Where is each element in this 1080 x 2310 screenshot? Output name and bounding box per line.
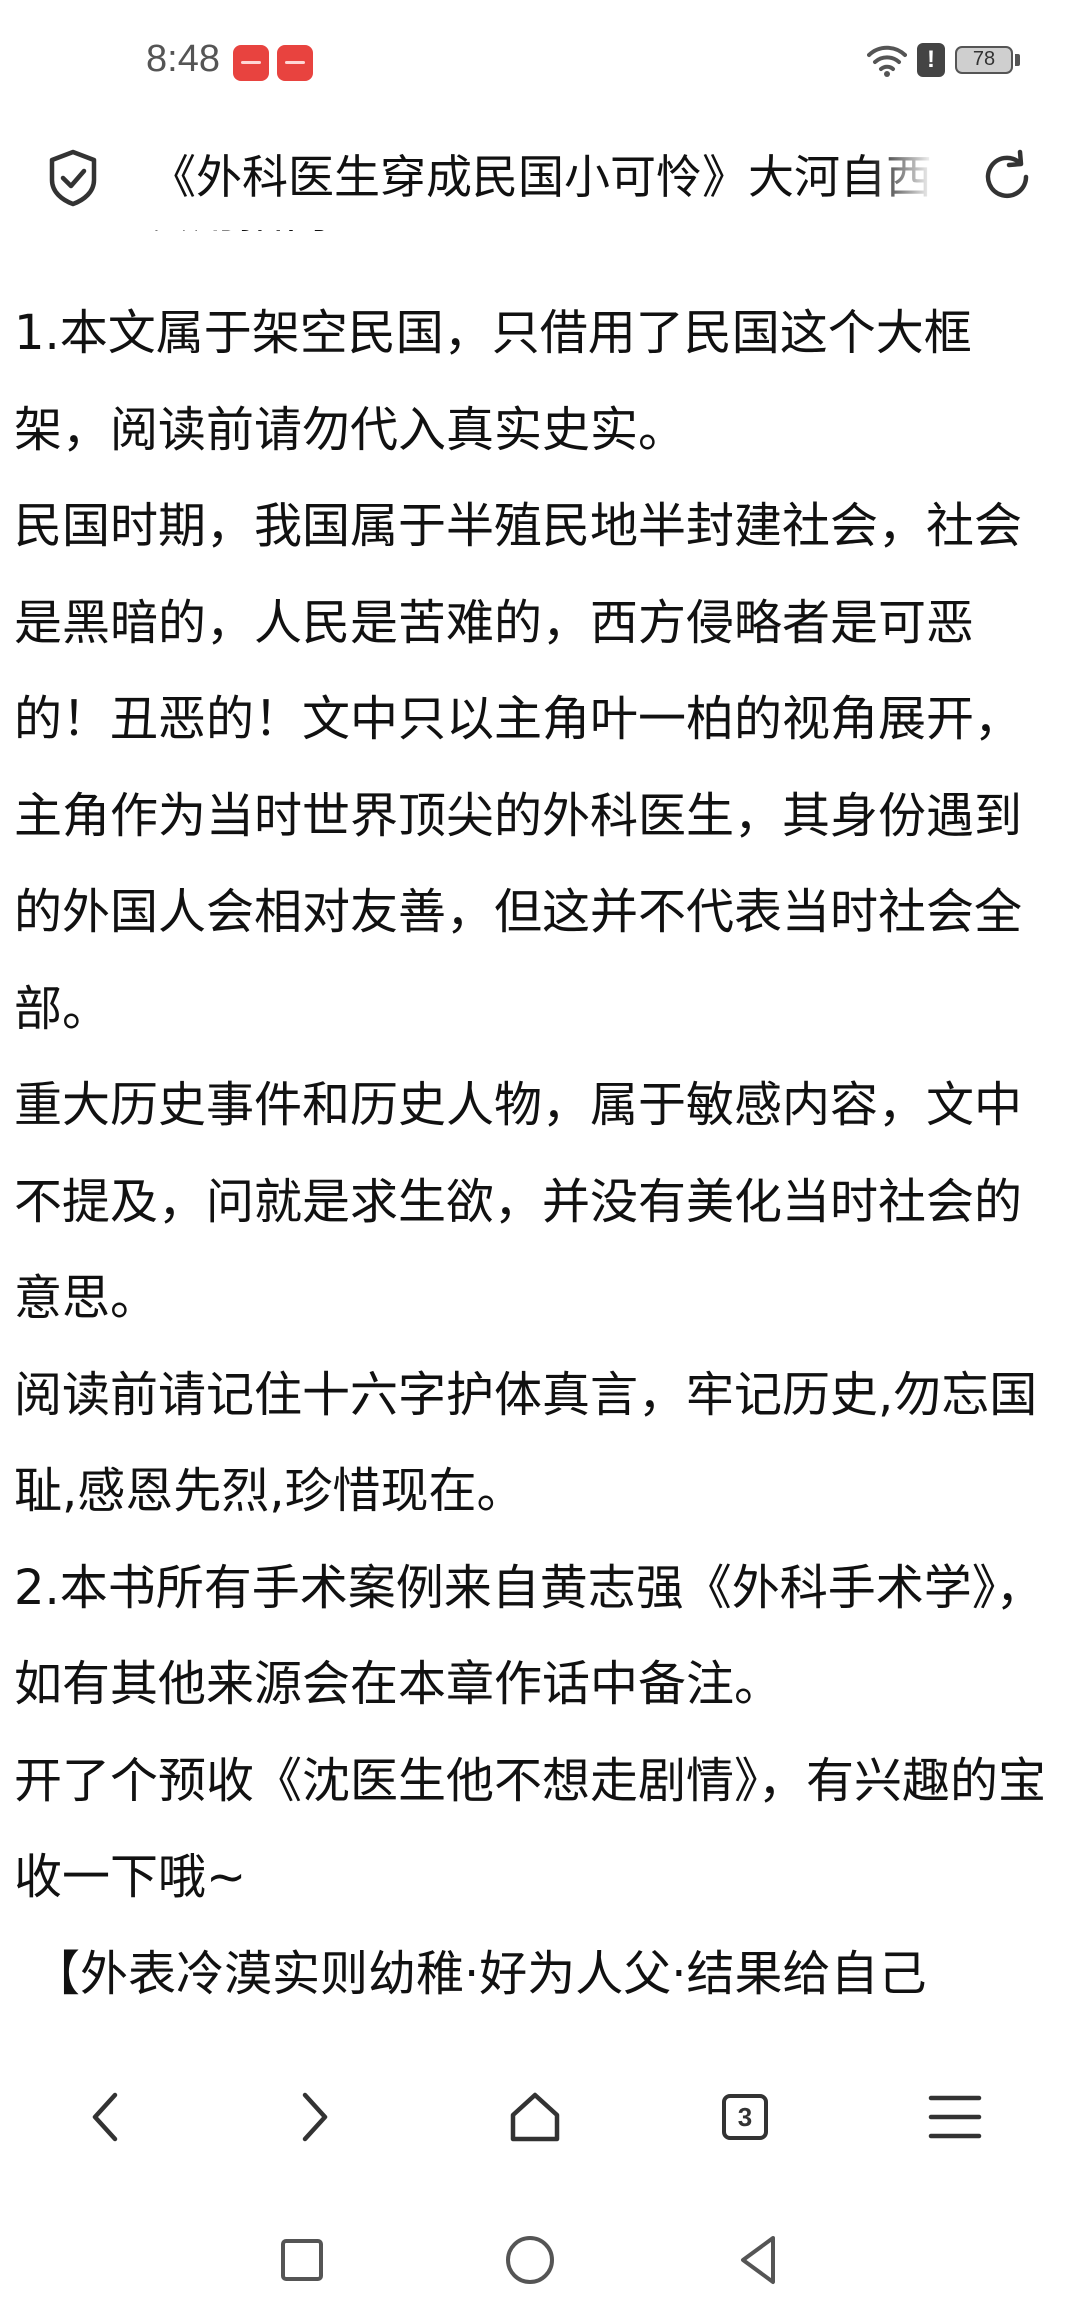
browser-toolbar: 3 bbox=[0, 2015, 1080, 2215]
wifi-icon bbox=[867, 43, 907, 77]
home-circle-icon[interactable] bbox=[490, 2220, 570, 2300]
paragraph: 2.本书所有手术案例来自黄志强《外科手术学》，如有其他来源会在本章作话中备注。 bbox=[14, 1559, 1044, 1713]
system-navigation-bar bbox=[0, 2200, 1080, 2310]
section-heading: 食用指南 bbox=[146, 230, 330, 244]
page-title[interactable]: 《外科医生穿成民国小可怜》大河自西 bbox=[150, 142, 940, 212]
alert-icon: ! bbox=[917, 43, 945, 77]
back-triangle-icon[interactable] bbox=[718, 2220, 798, 2300]
battery-level: 78 bbox=[972, 48, 996, 70]
article-body: 1.本文属于架空民国，只借用了民国这个大框架，阅读前请勿代入真实史实。 民国时期… bbox=[14, 285, 1064, 2015]
article-content: 食用指南 1.本文属于架空民国，只借用了民国这个大框架，阅读前请勿代入真实史实。… bbox=[0, 230, 1080, 2015]
status-icons: ! 78 bbox=[867, 40, 1020, 80]
menu-icon[interactable] bbox=[905, 2067, 1005, 2167]
security-shield-icon[interactable] bbox=[40, 144, 106, 210]
paragraph: 民国时期，我国属于半殖民地半封建社会，社会是黑暗的，人民是苦难的，西方侵略者是可… bbox=[14, 498, 1023, 1037]
refresh-icon[interactable] bbox=[974, 144, 1040, 210]
recent-apps-icon[interactable] bbox=[262, 2220, 342, 2300]
title-fade bbox=[870, 140, 950, 215]
status-bar: 8:48 ! 78 bbox=[0, 0, 1080, 120]
home-icon[interactable] bbox=[485, 2067, 585, 2167]
status-time: 8:48 bbox=[146, 38, 220, 80]
paragraph: 重大历史事件和历史人物，属于敏感内容，文中不提及，问就是求生欲，并没有美化当时社… bbox=[14, 1077, 1023, 1326]
forward-icon[interactable] bbox=[265, 2067, 365, 2167]
paragraph: 【外表冷漠实则幼稚·好为人父·结果给自己 bbox=[32, 1945, 927, 2002]
paragraph: 1.本文属于架空民国，只借用了民国这个大框架，阅读前请勿代入真实史实。 bbox=[14, 305, 972, 458]
paragraph: 开了个预收《沈医生他不想走剧情》，有兴趣的宝收一下哦~ bbox=[14, 1752, 1047, 1906]
tabs-icon[interactable]: 3 bbox=[695, 2067, 795, 2167]
browser-title-bar: 《外科医生穿成民国小可怜》大河自西 bbox=[0, 120, 1080, 230]
huawei-app-badge-icon bbox=[277, 45, 313, 81]
huawei-app-badge-icon bbox=[233, 45, 269, 81]
battery-icon: 78 bbox=[955, 46, 1013, 74]
back-icon[interactable] bbox=[55, 2067, 155, 2167]
battery-tip bbox=[1015, 54, 1020, 66]
tabs-count: 3 bbox=[722, 2094, 768, 2140]
paragraph: 阅读前请记住十六字护体真言，牢记历史,勿忘国耻,感恩先烈,珍惜现在。 bbox=[14, 1366, 1038, 1520]
